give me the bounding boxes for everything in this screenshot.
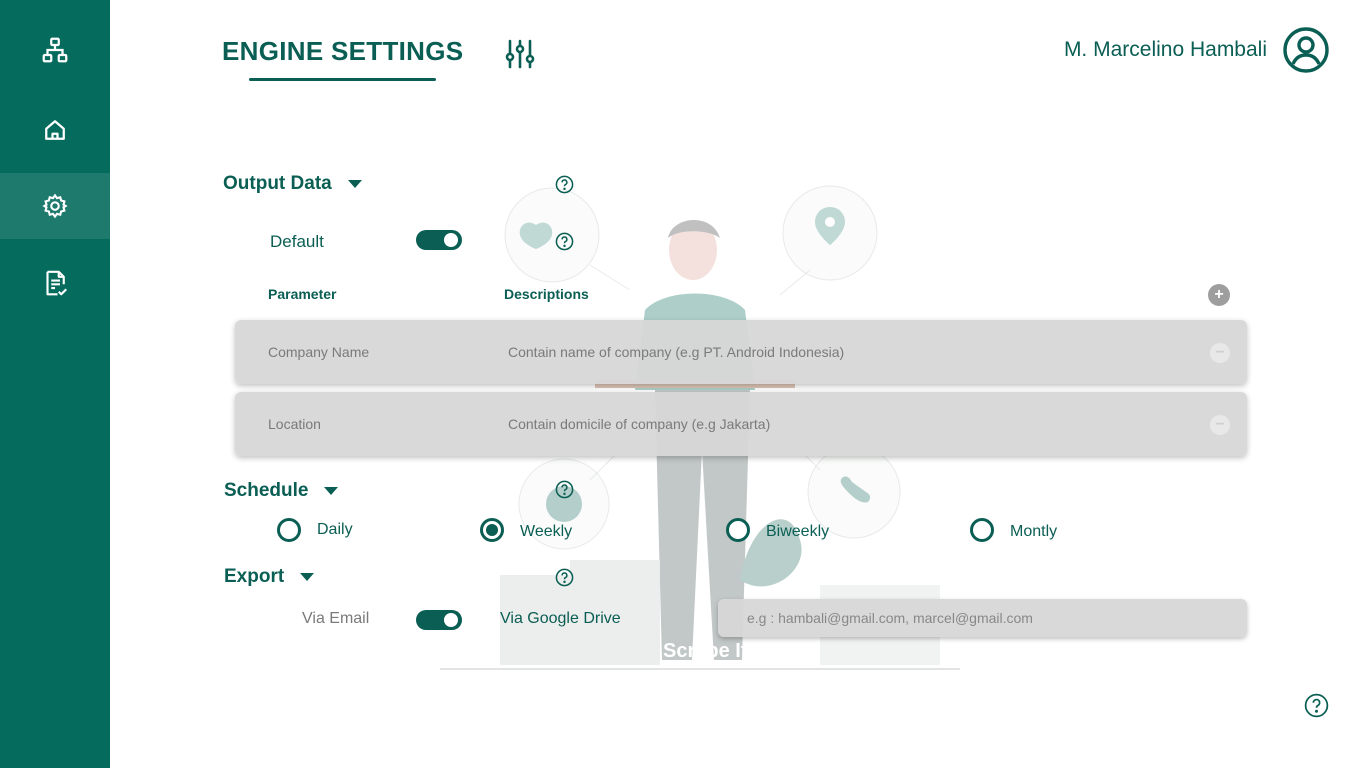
- sidebar-item-hierarchy[interactable]: [0, 17, 110, 83]
- help-icon[interactable]: [555, 480, 574, 499]
- document-check-icon: [46, 270, 68, 296]
- schedule-option-weekly[interactable]: Weekly: [480, 518, 572, 542]
- help-icon[interactable]: [1304, 693, 1329, 718]
- schedule-option-label: Daily: [317, 521, 353, 538]
- output-data-heading: Output Data: [223, 173, 332, 194]
- schedule-option-daily[interactable]: Daily: [277, 518, 353, 542]
- chevron-down-icon: [347, 180, 362, 188]
- add-parameter-button[interactable]: +: [1208, 284, 1230, 306]
- home-icon: [45, 120, 65, 140]
- remove-parameter-button[interactable]: −: [1210, 415, 1230, 435]
- schedule-option-label: Montly: [1010, 523, 1058, 540]
- remove-parameter-button[interactable]: −: [1210, 343, 1230, 363]
- schedule-heading: Schedule: [224, 480, 309, 501]
- via-email-label[interactable]: Via Email: [302, 610, 369, 628]
- illustration-caption: Scrape It!: [663, 640, 755, 662]
- radio-biweekly[interactable]: [726, 518, 750, 542]
- parameter-name[interactable]: Location: [268, 416, 321, 432]
- page-title: ENGINE SETTINGS: [222, 36, 464, 66]
- sliders-icon[interactable]: [504, 38, 536, 70]
- title-underline: [249, 78, 436, 81]
- help-icon[interactable]: [555, 568, 574, 587]
- radio-weekly[interactable]: [480, 518, 504, 542]
- parameter-description[interactable]: Contain domicile of company (e.g Jakarta…: [508, 416, 770, 432]
- output-data-header[interactable]: Output Data: [223, 173, 362, 195]
- parameter-name[interactable]: Company Name: [268, 344, 369, 360]
- schedule-option-montly[interactable]: Montly: [970, 518, 1057, 542]
- default-toggle[interactable]: [416, 230, 462, 250]
- radio-daily[interactable]: [277, 518, 301, 542]
- hierarchy-icon: [42, 37, 68, 63]
- descriptions-column-header: Descriptions: [504, 286, 589, 302]
- radio-montly[interactable]: [970, 518, 994, 542]
- schedule-header[interactable]: Schedule: [224, 480, 339, 502]
- parameter-column-header: Parameter: [268, 286, 337, 302]
- sidebar-item-reports[interactable]: [0, 250, 110, 316]
- user-name: M. Marcelino Hambali: [1063, 38, 1267, 61]
- schedule-option-label: Weekly: [520, 523, 573, 540]
- export-toggle[interactable]: [416, 610, 462, 630]
- toggle-knob: [444, 613, 458, 627]
- help-icon[interactable]: [555, 232, 574, 251]
- schedule-option-biweekly[interactable]: Biweekly: [726, 518, 829, 542]
- chevron-down-icon: [300, 573, 315, 581]
- chevron-down-icon: [324, 487, 339, 495]
- email-recipients-input[interactable]: [718, 599, 1247, 637]
- parameter-row: Company Name Contain name of company (e.…: [235, 320, 1247, 384]
- parameter-row: Location Contain domicile of company (e.…: [235, 392, 1247, 456]
- gear-icon: [42, 193, 68, 219]
- sidebar-item-home[interactable]: [0, 97, 110, 163]
- engine-settings-page: ENGINE SETTINGS M. Marcelino Hambali Scr…: [0, 0, 1366, 768]
- help-icon[interactable]: [555, 175, 574, 194]
- toggle-knob: [444, 233, 458, 247]
- via-google-drive-label[interactable]: Via Google Drive: [500, 610, 621, 628]
- user-avatar-icon[interactable]: [1283, 27, 1329, 73]
- default-label: Default: [270, 232, 324, 251]
- schedule-option-label: Biweekly: [766, 523, 830, 540]
- export-header[interactable]: Export: [224, 566, 315, 588]
- export-heading: Export: [224, 566, 285, 587]
- parameter-description[interactable]: Contain name of company (e.g PT. Android…: [508, 344, 844, 360]
- sidebar-item-settings[interactable]: [0, 173, 110, 239]
- sidebar: [0, 0, 110, 768]
